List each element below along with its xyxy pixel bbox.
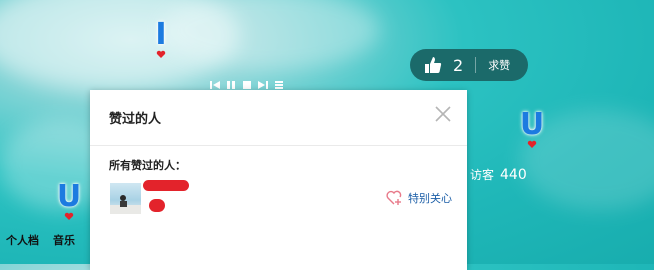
likers-popup: 赞过的人 所有赞过的人： 特别关心 xyxy=(90,90,467,270)
redacted-mark xyxy=(149,199,165,212)
stop-icon[interactable] xyxy=(242,80,252,90)
nav-item-music[interactable]: 音乐 xyxy=(53,232,75,248)
heart-icon xyxy=(527,140,537,148)
visitor-label: 访客 xyxy=(470,168,495,182)
heart-icon xyxy=(156,50,166,58)
thumbs-up-icon[interactable] xyxy=(423,55,443,75)
redacted-username xyxy=(143,180,189,191)
pause-icon[interactable] xyxy=(226,80,236,90)
special-follow-label: 特别关心 xyxy=(408,192,452,205)
decorative-letter-u: U xyxy=(518,110,546,150)
decorative-letter-u: U xyxy=(55,182,83,222)
special-follow-button[interactable]: 特别关心 xyxy=(386,190,452,206)
next-icon[interactable] xyxy=(258,80,268,90)
visitor-count: 440 xyxy=(500,167,527,183)
previous-icon[interactable] xyxy=(210,80,220,90)
separator xyxy=(475,57,477,73)
letter-u-glyph: U xyxy=(519,107,545,142)
heart-icon xyxy=(64,212,74,220)
visitor-counter: 访客 440 xyxy=(470,166,527,183)
music-player-controls xyxy=(210,80,284,90)
popup-header: 赞过的人 xyxy=(90,90,467,146)
ask-like-button[interactable]: 求赞 xyxy=(488,57,510,73)
letter-u-glyph: U xyxy=(56,179,82,214)
popup-subtitle: 所有赞过的人： xyxy=(109,159,186,172)
avatar[interactable] xyxy=(110,183,141,214)
decorative-letter-i: I xyxy=(147,20,175,60)
bottom-nav: 个人档 音乐 xyxy=(6,232,75,248)
like-widget: 2 求赞 xyxy=(410,49,528,81)
close-icon[interactable] xyxy=(435,106,451,122)
playlist-icon[interactable] xyxy=(274,80,284,90)
like-count: 2 xyxy=(453,55,464,75)
nav-item-profile[interactable]: 个人档 xyxy=(6,232,39,248)
avatar-image xyxy=(110,195,141,214)
popup-title: 赞过的人 xyxy=(109,112,162,127)
letter-i-glyph: I xyxy=(155,17,167,52)
heart-plus-icon xyxy=(386,190,402,205)
